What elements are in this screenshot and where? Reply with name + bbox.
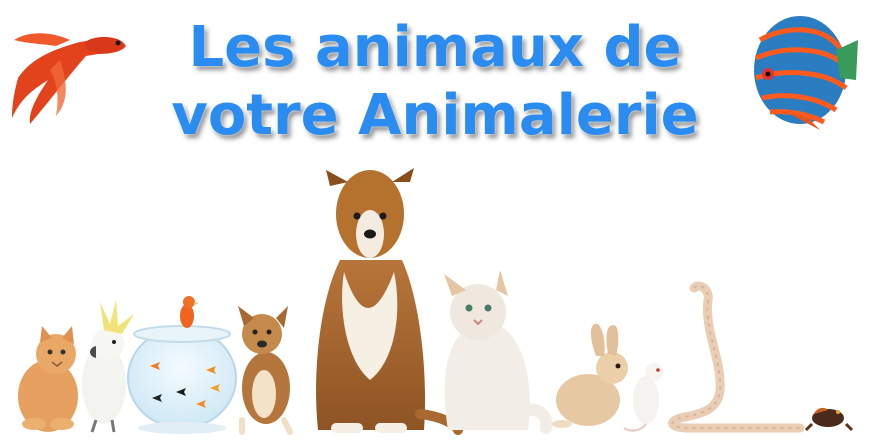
page-title-line-2: votre Animalerie xyxy=(171,83,699,148)
fishbowl-goldfish xyxy=(127,325,237,434)
shetland-sheepdog xyxy=(316,168,463,435)
white-cat xyxy=(444,270,553,434)
rat xyxy=(623,363,663,432)
frog xyxy=(804,407,854,432)
chihuahua xyxy=(238,306,293,435)
rabbit xyxy=(552,323,628,428)
banner: Les animaux de votre Animalerie xyxy=(0,0,870,444)
page-title-line-1: Les animaux de xyxy=(188,15,682,80)
snake xyxy=(668,281,805,433)
cockatoo xyxy=(82,300,134,433)
kitten xyxy=(18,326,78,432)
canary xyxy=(180,296,199,328)
